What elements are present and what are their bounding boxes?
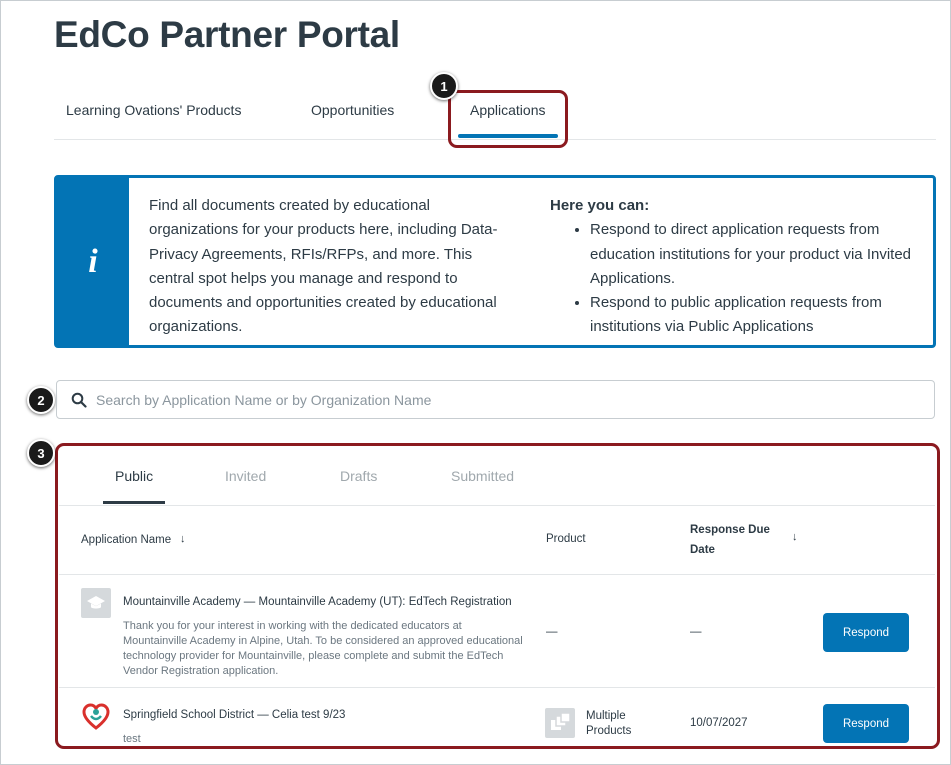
product-cell: Multiple Products (586, 710, 632, 737)
graduation-cap-icon (81, 588, 111, 618)
application-description: Thank you for your interest in working w… (123, 620, 523, 677)
info-banner: i Find all documents created by educatio… (54, 175, 936, 348)
respond-button[interactable]: Respond (823, 613, 909, 652)
tab-submitted[interactable]: Submitted (451, 468, 514, 484)
info-bullet: Respond to direct application requests f… (590, 218, 920, 291)
info-description: Find all documents created by educationa… (149, 197, 498, 336)
row-divider (59, 574, 935, 575)
respond-button[interactable]: Respond (823, 704, 909, 743)
multiple-products-icon (545, 708, 575, 738)
due-date-cell: 10/07/2027 (690, 717, 748, 729)
application-title[interactable]: Mountainville Academy — Mountainville Ac… (123, 596, 512, 608)
tab-invited[interactable]: Invited (225, 468, 266, 484)
search-icon (71, 392, 87, 408)
info-heading: Here you can: (550, 197, 650, 214)
info-bullets: Respond to direct application requests f… (590, 218, 920, 339)
column-header-due-date[interactable]: Response Due Date (690, 520, 770, 560)
callout-highlight-1 (448, 90, 568, 148)
search-input[interactable] (96, 391, 876, 408)
due-date-cell: — (690, 626, 702, 638)
district-logo-icon (82, 703, 110, 730)
tab-public[interactable]: Public (115, 468, 153, 484)
column-header-product: Product (546, 533, 586, 545)
application-tabs: Public Invited Drafts Submitted (59, 450, 935, 506)
application-title[interactable]: Springfield School District — Celia test… (123, 709, 345, 721)
tab-drafts[interactable]: Drafts (340, 468, 377, 484)
info-icon: i (88, 242, 98, 280)
tab-products[interactable]: Learning Ovations' Products (66, 102, 241, 118)
sort-arrow-down-icon[interactable]: ↓ (792, 531, 798, 543)
callout-badge-2: 2 (27, 386, 55, 414)
callout-badge-1: 1 (430, 72, 458, 100)
active-subtab-indicator (103, 501, 165, 504)
callout-badge-3: 3 (27, 439, 55, 467)
product-cell: — (546, 626, 558, 638)
info-help: Here you can: Respond to direct applicat… (550, 194, 920, 340)
info-sidebar: i (57, 178, 129, 345)
row-divider (59, 687, 935, 688)
sort-arrow-down-icon[interactable]: ↓ (180, 533, 186, 545)
search-box[interactable] (56, 380, 935, 419)
info-bullet: Respond to public application requests f… (590, 291, 920, 340)
application-description: test (123, 733, 141, 745)
page-title: EdCo Partner Portal (54, 14, 400, 55)
tab-opportunities[interactable]: Opportunities (311, 102, 394, 118)
column-header-name[interactable]: Application Name (81, 534, 171, 546)
